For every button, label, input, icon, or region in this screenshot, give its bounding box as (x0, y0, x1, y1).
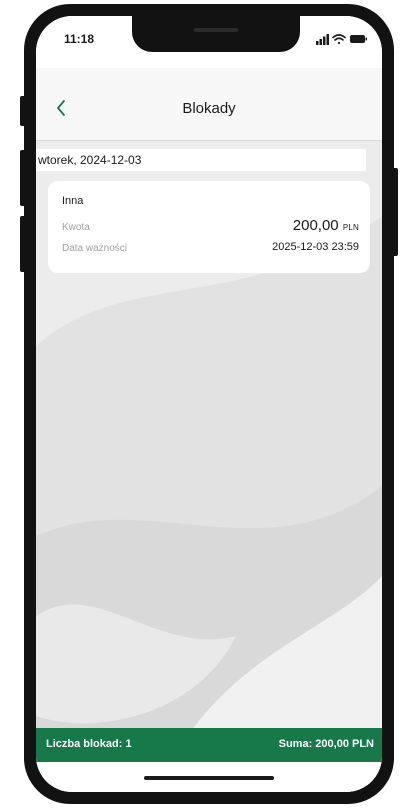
amount-currency: PLN (342, 223, 359, 232)
battery-icon (350, 35, 367, 43)
signal-icon (316, 34, 329, 45)
phone-frame: 11:18 Blokady wtorek, 2024-12-03 Inna Kw… (24, 4, 394, 804)
home-area (36, 762, 382, 792)
nav-header: Blokady (36, 68, 382, 141)
wifi-icon (332, 34, 346, 45)
date-section-header: wtorek, 2024-12-03 (36, 149, 366, 171)
home-indicator[interactable] (144, 776, 274, 780)
page-title: Blokady (182, 100, 236, 117)
status-time: 11:18 (64, 32, 95, 46)
status-bar: 11:18 (36, 16, 382, 68)
summary-bar: Liczba blokad: 1 Suma: 200,00 PLN (36, 728, 382, 762)
block-type: Inna (62, 195, 84, 207)
phone-screen: 11:18 Blokady wtorek, 2024-12-03 Inna Kw… (36, 16, 382, 792)
date-label: wtorek, 2024-12-03 (38, 153, 142, 167)
blocks-count: Liczba blokad: 1 (46, 738, 132, 750)
expiry-label: Data ważności (62, 243, 128, 254)
blocks-sum: Suma: 200,00 PLN (278, 738, 374, 750)
amount-value: 200,00 PLN (293, 217, 359, 234)
status-icons (316, 34, 367, 45)
device-mockup: 11:18 Blokady wtorek, 2024-12-03 Inna Kw… (0, 0, 404, 811)
block-card[interactable]: Inna Kwota 200,00 PLN Data ważności 2025… (48, 181, 370, 273)
amount-label: Kwota (62, 222, 90, 233)
speaker-grille (194, 28, 238, 32)
expiry-value: 2025-12-03 23:59 (272, 241, 359, 253)
notch (132, 16, 300, 52)
amount-number: 200,00 (292, 217, 339, 234)
